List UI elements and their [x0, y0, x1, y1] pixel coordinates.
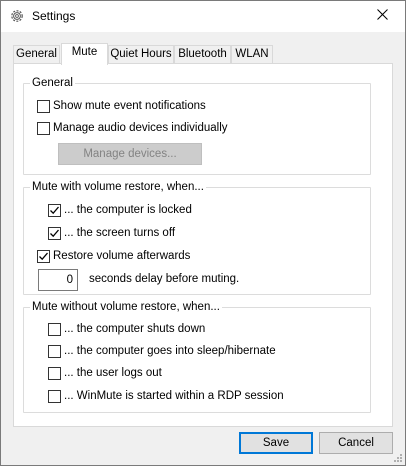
settings-window: Settings General Mute Quiet Hours Blueto…: [0, 0, 406, 466]
rdp-option[interactable]: ... WinMute is started within a RDP sess…: [48, 388, 284, 404]
computer-locked-label: ... the computer is locked: [64, 204, 192, 216]
tab-wlan[interactable]: WLAN: [231, 45, 273, 64]
tab-quiet-hours[interactable]: Quiet Hours: [108, 45, 174, 64]
logs-out-checkbox[interactable]: [48, 366, 61, 380]
gear-icon: [9, 8, 25, 24]
show-notifications-option[interactable]: Show mute event notifications: [37, 98, 206, 114]
delay-seconds-input[interactable]: 0: [38, 269, 78, 291]
save-button[interactable]: Save: [239, 432, 313, 454]
resize-grip-icon[interactable]: [393, 453, 403, 463]
manage-individually-option[interactable]: Manage audio devices individually: [37, 120, 228, 136]
close-button[interactable]: [360, 1, 405, 31]
manage-devices-button[interactable]: Manage devices...: [58, 143, 202, 165]
no-restore-group-label: Mute without volume restore, when...: [30, 300, 222, 314]
logs-out-label: ... the user logs out: [64, 367, 162, 379]
screen-off-checkbox[interactable]: [48, 226, 61, 240]
show-notifications-label: Show mute event notifications: [53, 100, 206, 112]
close-icon: [377, 9, 388, 23]
no-restore-group: Mute without volume restore, when... ...…: [23, 300, 371, 413]
computer-locked-option[interactable]: ... the computer is locked: [48, 202, 192, 218]
sleep-option[interactable]: ... the computer goes into sleep/hiberna…: [48, 343, 276, 359]
delay-label: seconds delay before muting.: [89, 273, 240, 285]
manage-individually-checkbox[interactable]: [37, 121, 50, 135]
restore-afterwards-checkbox[interactable]: [37, 249, 50, 263]
restore-afterwards-label: Restore volume afterwards: [53, 250, 191, 262]
sleep-checkbox[interactable]: [48, 344, 61, 358]
tab-mute[interactable]: Mute: [61, 43, 108, 65]
restore-afterwards-option[interactable]: Restore volume afterwards: [37, 248, 190, 264]
shuts-down-option[interactable]: ... the computer shuts down: [48, 321, 205, 337]
computer-locked-checkbox[interactable]: [48, 203, 61, 217]
screen-off-option[interactable]: ... the screen turns off: [48, 225, 175, 241]
cancel-button[interactable]: Cancel: [319, 432, 393, 454]
show-notifications-checkbox[interactable]: [37, 99, 50, 113]
manage-individually-label: Manage audio devices individually: [53, 122, 228, 134]
tab-general[interactable]: General: [13, 45, 60, 64]
sleep-label: ... the computer goes into sleep/hiberna…: [64, 345, 276, 357]
rdp-checkbox[interactable]: [48, 389, 61, 403]
mute-tab-panel: General Show mute event notifications Ma…: [13, 63, 393, 427]
screen-off-label: ... the screen turns off: [64, 227, 176, 239]
window-title: Settings: [32, 9, 76, 23]
restore-group: Mute with volume restore, when... ... th…: [23, 180, 371, 295]
shuts-down-label: ... the computer shuts down: [64, 323, 206, 335]
tab-bluetooth[interactable]: Bluetooth: [174, 45, 231, 64]
restore-group-label: Mute with volume restore, when...: [30, 180, 206, 194]
general-group-label: General: [30, 76, 75, 90]
general-group: General Show mute event notifications Ma…: [23, 76, 371, 175]
title-bar[interactable]: Settings: [1, 1, 405, 32]
rdp-label: ... WinMute is started within a RDP sess…: [64, 390, 284, 402]
logs-out-option[interactable]: ... the user logs out: [48, 365, 162, 381]
shuts-down-checkbox[interactable]: [48, 322, 61, 336]
